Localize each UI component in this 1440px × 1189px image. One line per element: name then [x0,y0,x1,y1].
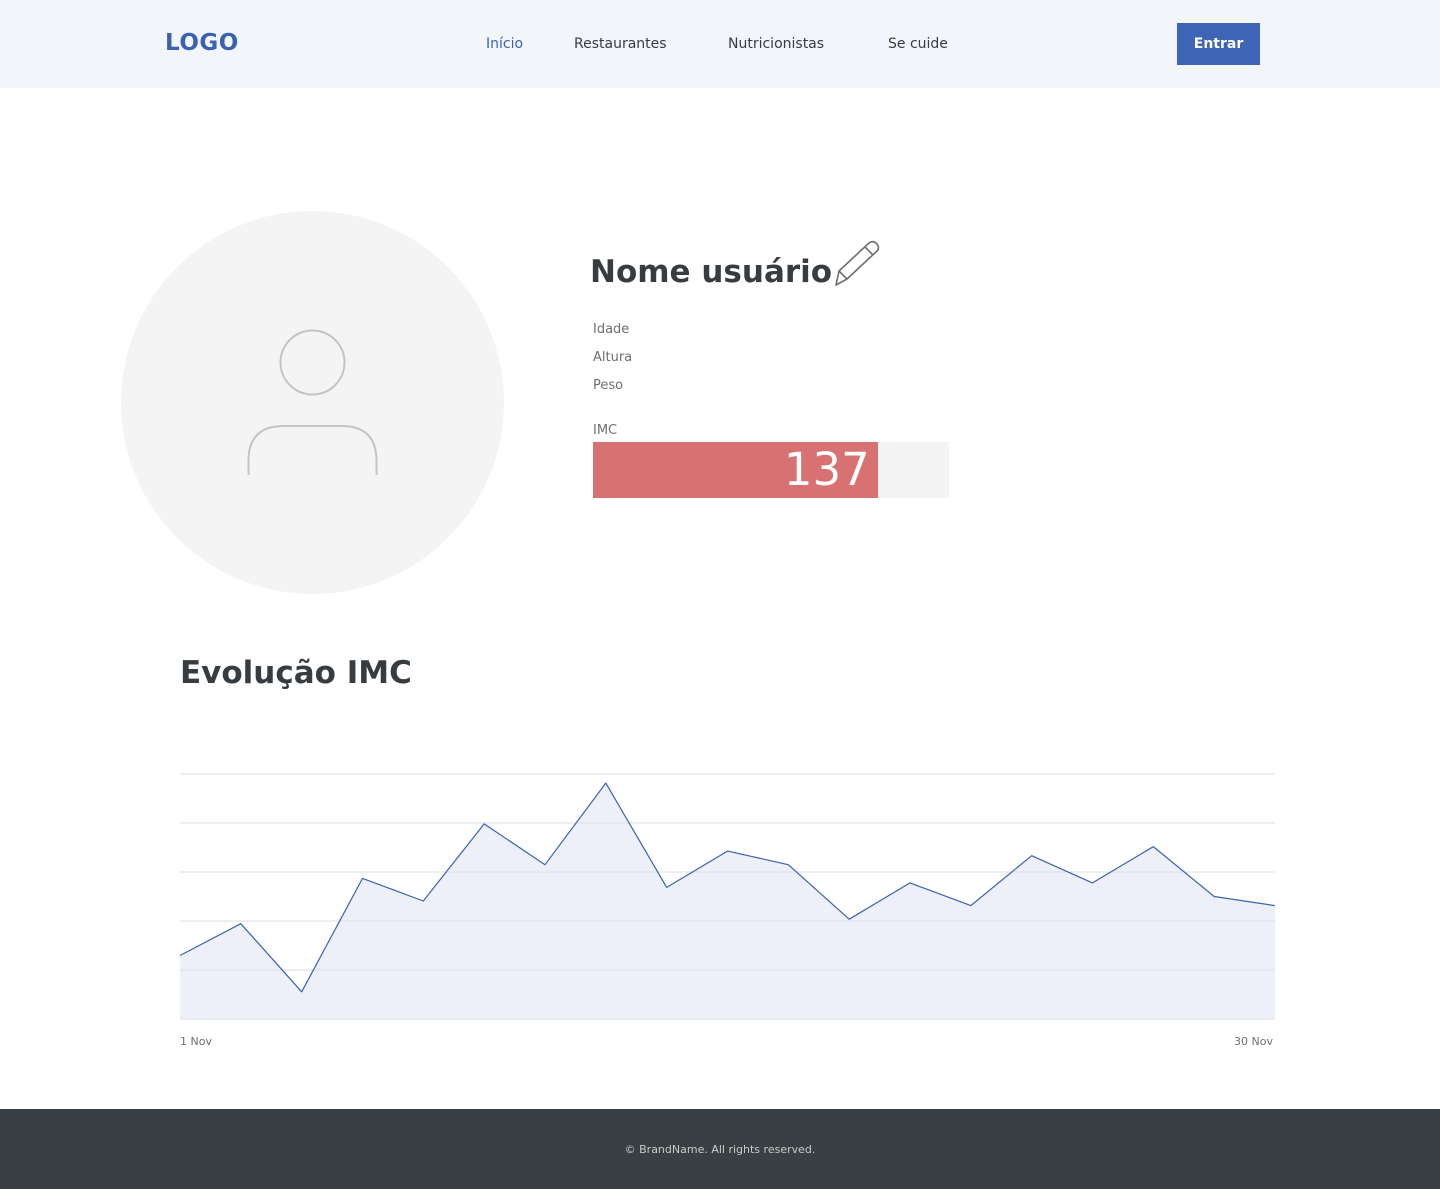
top-navigation-bar: LOGO Início Restaurantes Nutricionistas … [0,0,1440,88]
chart-data-point [726,849,730,853]
chart-data-point [1151,845,1155,849]
nav-link-inicio[interactable]: Início [486,36,523,52]
nav-link-restaurantes[interactable]: Restaurantes [574,36,667,52]
chart-data-point [847,917,851,921]
chart-data-point [1030,854,1034,858]
login-button[interactable]: Entrar [1177,23,1260,65]
imc-value: 137 [783,443,870,496]
nav-link-se-cuide[interactable]: Se cuide [888,36,948,52]
logo[interactable]: LOGO [165,30,239,56]
x-tick-label-start: 1 Nov [180,1035,212,1048]
age-label: Idade [593,322,630,337]
chart-data-point [421,899,425,903]
imc-evolution-title: Evolução IMC [180,655,412,691]
imc-bar-fill: 137 [593,442,878,498]
nav-link-nutricionistas[interactable]: Nutricionistas [728,36,824,52]
imc-bar: 137 [593,442,949,498]
chart-data-point [300,990,304,994]
chart-area-fill [180,783,1275,1019]
chart-data-point [361,876,365,880]
chart-data-point [1212,895,1216,899]
user-icon [247,329,378,475]
x-tick-label-end: 30 Nov [1234,1035,1273,1048]
chart-data-point [786,863,790,867]
copyright-text: © BrandName. All rights reserved. [624,1143,816,1156]
imc-evolution-chart [180,773,1275,1020]
imc-label: IMC [593,423,618,438]
chart-data-point [604,781,608,785]
chart-data-point [969,904,973,908]
chart-data-point [239,922,243,926]
footer: © BrandName. All rights reserved. [0,1109,1440,1189]
chart-data-point [1091,881,1095,885]
user-name: Nome usuário [590,254,833,290]
chart-data-point [482,822,486,826]
chart-data-point [908,881,912,885]
chart-data-point [543,863,547,867]
pencil-icon[interactable] [830,239,882,289]
chart-data-point [665,885,669,889]
height-label: Altura [593,350,633,365]
avatar [121,211,504,594]
weight-label: Peso [593,378,624,393]
